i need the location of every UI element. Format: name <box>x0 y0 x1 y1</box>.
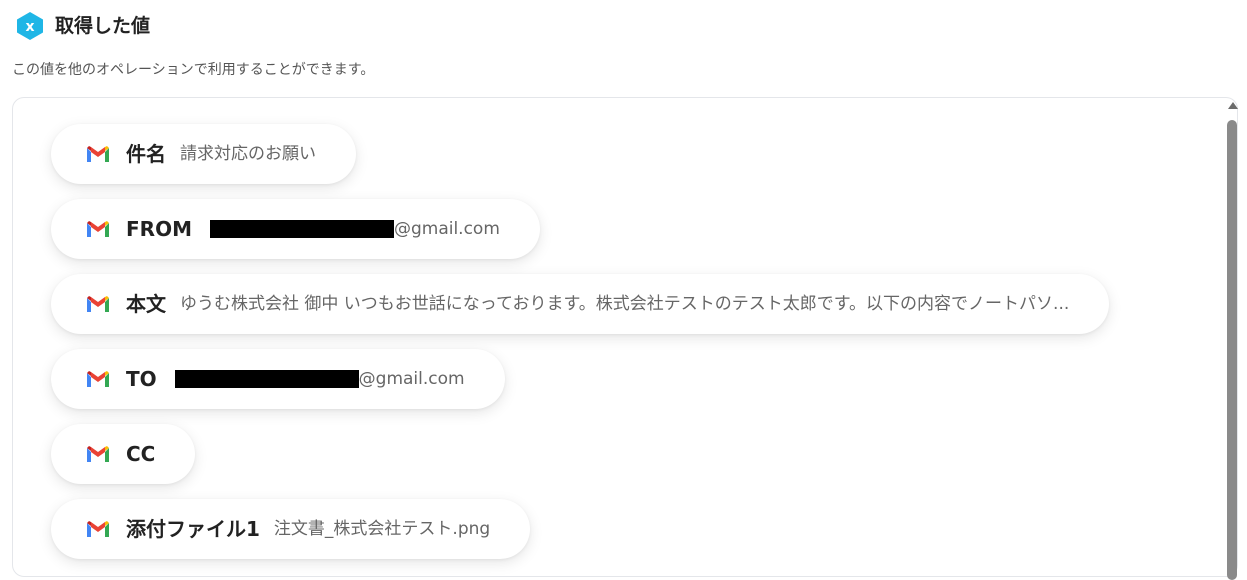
x-hexagon-icon: x <box>17 12 43 40</box>
gmail-icon <box>87 221 109 237</box>
section-title: 取得した値 <box>55 15 151 37</box>
values-panel[interactable]: 件名 請求対応のお願い FROM @gmail.com 本文 ゆうむ株式会社 御… <box>12 97 1238 577</box>
field-value: @gmail.com <box>393 219 500 239</box>
gmail-icon <box>87 146 109 162</box>
svg-text:x: x <box>25 19 34 35</box>
gmail-icon <box>87 371 109 387</box>
gmail-icon <box>87 521 109 537</box>
redaction-bar <box>209 220 394 238</box>
field-label: FROM <box>126 217 192 241</box>
field-label: TO <box>126 367 157 391</box>
scroll-thumb[interactable] <box>1227 120 1237 580</box>
section-description: この値を他のオペレーションで利用することができます。 <box>12 62 375 78</box>
field-label: CC <box>126 442 156 466</box>
vertical-scrollbar[interactable] <box>1226 100 1240 580</box>
value-pill-cc[interactable]: CC <box>51 424 196 484</box>
field-value: 注文書_株式会社テスト.png <box>273 519 491 539</box>
value-pill-from[interactable]: FROM @gmail.com <box>51 199 540 259</box>
field-label: 添付ファイル1 <box>126 517 260 541</box>
section-header: x 取得した値 <box>14 10 150 42</box>
field-value: @gmail.com <box>358 369 465 389</box>
value-pill-attachment-1[interactable]: 添付ファイル1 注文書_株式会社テスト.png <box>51 499 531 559</box>
value-pill-to[interactable]: TO @gmail.com <box>51 349 505 409</box>
field-label: 本文 <box>126 292 166 316</box>
scroll-up-arrow-icon[interactable] <box>1228 102 1238 109</box>
values-list: 件名 請求対応のお願い FROM @gmail.com 本文 ゆうむ株式会社 御… <box>51 124 1191 574</box>
value-pill-subject[interactable]: 件名 請求対応のお願い <box>51 124 356 184</box>
field-value: 請求対応のお願い <box>180 144 316 164</box>
gmail-icon <box>87 296 109 312</box>
field-label: 件名 <box>126 142 166 166</box>
field-value: ゆうむ株式会社 御中 いつもお世話になっております。株式会社テストのテスト太郎で… <box>180 294 1070 314</box>
gmail-icon <box>87 446 109 462</box>
redaction-bar <box>174 370 359 388</box>
value-pill-body[interactable]: 本文 ゆうむ株式会社 御中 いつもお世話になっております。株式会社テストのテスト… <box>51 274 1110 334</box>
